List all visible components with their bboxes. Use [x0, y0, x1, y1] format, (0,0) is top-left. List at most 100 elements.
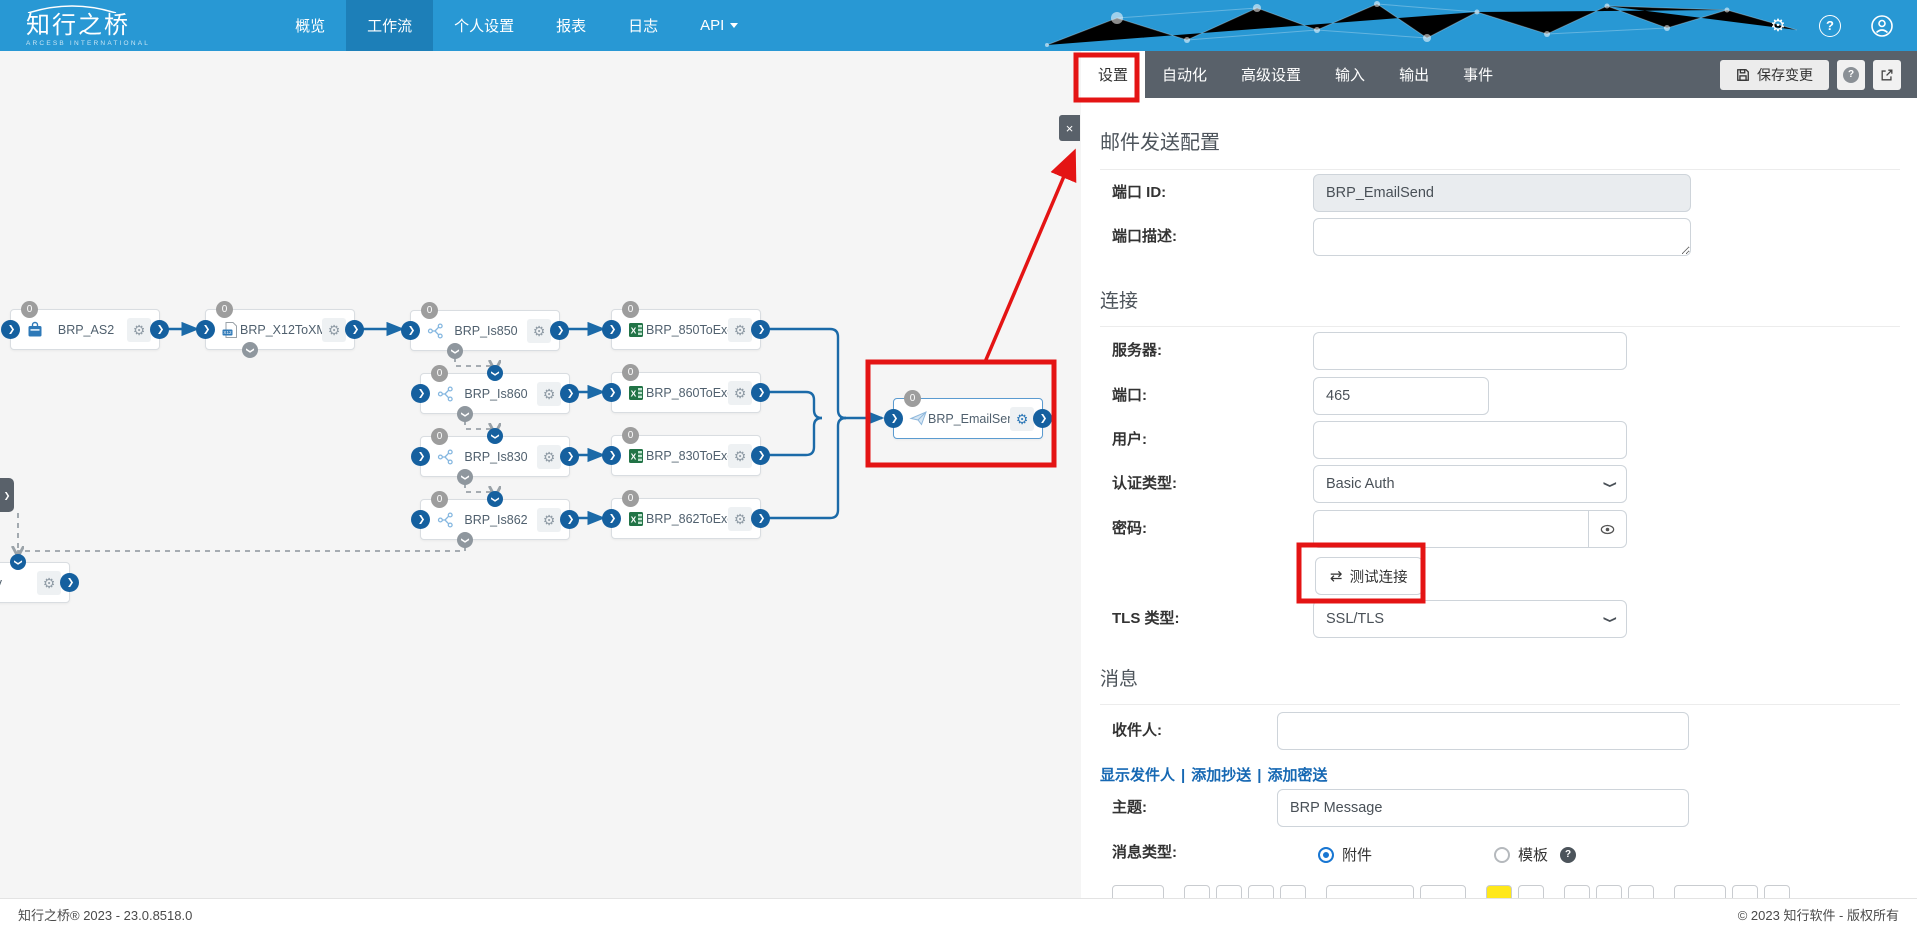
gear-icon[interactable]: ⚙	[527, 319, 551, 343]
tls-type-select[interactable]: SSL/TLS ❯	[1313, 600, 1627, 638]
panel-help-button[interactable]: ?	[1837, 60, 1865, 90]
tab-advanced-settings[interactable]: 高级设置	[1224, 51, 1318, 98]
expand-chevron-icon[interactable]: ❯	[457, 532, 473, 548]
output-port-icon[interactable]: ❯	[560, 384, 579, 403]
nav-item-workflow[interactable]: 工作流	[346, 0, 433, 51]
gear-icon[interactable]: ⚙	[728, 507, 752, 531]
gear-icon[interactable]: ⚙	[728, 444, 752, 468]
workflow-node-as2[interactable]: 0 ❯ BRP_AS2 ⚙ ❯	[10, 309, 160, 350]
workflow-node-is850[interactable]: 0 ❯ BRP_Is850 ⚙ ❯	[410, 310, 560, 351]
tab-settings[interactable]: 设置	[1081, 51, 1145, 98]
tab-input[interactable]: 输入	[1318, 51, 1382, 98]
input-port-icon[interactable]: ❯	[884, 409, 903, 428]
subject-input[interactable]	[1277, 789, 1689, 827]
expand-chevron-icon[interactable]: ❯	[447, 343, 463, 359]
test-connection-button[interactable]: ⇄ 测试连接	[1315, 557, 1423, 595]
input-port-icon[interactable]: ❯	[411, 384, 430, 403]
close-panel-button[interactable]: ×	[1059, 115, 1080, 141]
output-port-icon[interactable]: ❯	[751, 446, 770, 465]
add-cc-link[interactable]: 添加抄送	[1191, 767, 1251, 784]
workflow-node-x12toxml[interactable]: 0 ❯ X12 BRP_X12ToXML ⚙ ❯	[205, 309, 355, 350]
output-port-icon[interactable]: ❯	[345, 320, 364, 339]
toolbar-button[interactable]	[1564, 885, 1590, 898]
gear-icon[interactable]: ⚙	[127, 318, 151, 342]
output-port-icon[interactable]: ❯	[550, 321, 569, 340]
output-port-icon[interactable]: ❯	[1033, 409, 1052, 428]
show-sender-link[interactable]: 显示发件人	[1100, 767, 1175, 784]
password-input[interactable]	[1313, 510, 1589, 548]
gear-icon[interactable]: ⚙	[537, 508, 561, 532]
toolbar-button[interactable]	[1518, 885, 1544, 898]
radio-attachment[interactable]: 附件	[1318, 844, 1372, 865]
nav-item-personal-settings[interactable]: 个人设置	[433, 0, 535, 51]
gear-icon[interactable]: ⚙	[1010, 407, 1034, 431]
output-port-icon[interactable]: ❯	[150, 320, 169, 339]
gear-icon[interactable]: ⚙	[728, 318, 752, 342]
toolbar-button[interactable]	[1674, 885, 1726, 898]
workflow-node-862toexcel[interactable]: 0 ❯ X BRP_862ToExcel ⚙ ❯	[611, 498, 761, 539]
collapse-chevron-icon[interactable]: ❯	[487, 365, 503, 381]
collapse-chevron-icon[interactable]: ❯	[487, 428, 503, 444]
workflow-node-850toexcel[interactable]: 0 ❯ X BRP_850ToExcel ⚙ ❯	[611, 309, 761, 350]
collapse-chevron-icon[interactable]: ❯	[487, 491, 503, 507]
tab-automation[interactable]: 自动化	[1145, 51, 1224, 98]
output-port-icon[interactable]: ❯	[751, 383, 770, 402]
input-port-icon[interactable]: ❯	[411, 447, 430, 466]
output-port-icon[interactable]: ❯	[560, 510, 579, 529]
output-port-icon[interactable]: ❯	[751, 320, 770, 339]
input-port-icon[interactable]: ❯	[401, 321, 420, 340]
input-port-icon[interactable]: ❯	[602, 383, 621, 402]
tab-events[interactable]: 事件	[1446, 51, 1510, 98]
output-port-icon[interactable]: ❯	[560, 447, 579, 466]
workflow-canvas[interactable]: 0 ❯ BRP_AS2 ⚙ ❯ 0 ❯ X12 BRP_X12ToXML ⚙ ❯…	[0, 51, 1081, 898]
workflow-node-emailsend[interactable]: 0 ❯ BRP_EmailSend ⚙ ❯	[893, 398, 1043, 439]
toolbar-button[interactable]	[1184, 885, 1210, 898]
output-port-icon[interactable]: ❯	[751, 509, 770, 528]
server-input[interactable]	[1313, 332, 1627, 370]
workflow-node-860toexcel[interactable]: 0 ❯ X BRP_860ToExcel ⚙ ❯	[611, 372, 761, 413]
toolbar-button[interactable]	[1248, 885, 1274, 898]
expand-chevron-icon[interactable]: ❯	[457, 406, 473, 422]
app-logo[interactable]: 知行之桥 ARCESB INTERNATIONAL	[0, 0, 176, 51]
toolbar-button[interactable]	[1764, 885, 1790, 898]
nav-item-api[interactable]: API	[679, 0, 759, 51]
save-changes-button[interactable]: 保存变更	[1720, 60, 1829, 90]
help-icon[interactable]: ?	[1817, 13, 1843, 39]
add-bcc-link[interactable]: 添加密送	[1267, 767, 1327, 784]
port-id-input[interactable]	[1313, 174, 1691, 212]
collapse-chevron-icon[interactable]: ❯	[10, 554, 26, 570]
port-description-input[interactable]	[1313, 218, 1691, 256]
gear-icon[interactable]: ⚙	[537, 382, 561, 406]
input-port-icon[interactable]: ❯	[1, 320, 20, 339]
expand-chevron-icon[interactable]: ❯	[457, 469, 473, 485]
gear-icon[interactable]: ⚙	[37, 571, 61, 595]
radio-template[interactable]: 模板 ?	[1494, 844, 1576, 865]
toolbar-button[interactable]	[1112, 885, 1164, 898]
open-in-new-window-button[interactable]	[1873, 60, 1901, 90]
recipient-input[interactable]	[1277, 712, 1689, 750]
toolbar-button[interactable]	[1732, 885, 1758, 898]
toolbar-button[interactable]	[1326, 885, 1414, 898]
user-account-icon[interactable]	[1869, 13, 1895, 39]
input-port-icon[interactable]: ❯	[602, 446, 621, 465]
help-badge-icon[interactable]: ?	[1560, 847, 1576, 863]
gear-icon[interactable]: ⚙	[322, 318, 346, 342]
output-port-icon[interactable]: ❯	[60, 573, 79, 592]
input-port-icon[interactable]: ❯	[411, 510, 430, 529]
auth-type-select[interactable]: Basic Auth ❯	[1313, 465, 1627, 503]
toolbar-button[interactable]	[1420, 885, 1466, 898]
input-port-icon[interactable]: ❯	[602, 509, 621, 528]
nav-item-logs[interactable]: 日志	[607, 0, 679, 51]
gear-icon[interactable]: ⚙	[537, 445, 561, 469]
toggle-password-visibility-button[interactable]	[1589, 510, 1627, 548]
tab-output[interactable]: 输出	[1382, 51, 1446, 98]
expand-panel-handle[interactable]: ❯	[0, 478, 14, 512]
input-port-icon[interactable]: ❯	[196, 320, 215, 339]
workflow-node-830toexcel[interactable]: 0 ❯ X BRP_830ToExcel ⚙ ❯	[611, 435, 761, 476]
toolbar-button[interactable]	[1280, 885, 1306, 898]
gear-icon[interactable]: ⚙	[728, 381, 752, 405]
toolbar-button[interactable]	[1628, 885, 1654, 898]
nav-item-reports[interactable]: 报表	[535, 0, 607, 51]
input-port-icon[interactable]: ❯	[602, 320, 621, 339]
nav-item-overview[interactable]: 概览	[274, 0, 346, 51]
